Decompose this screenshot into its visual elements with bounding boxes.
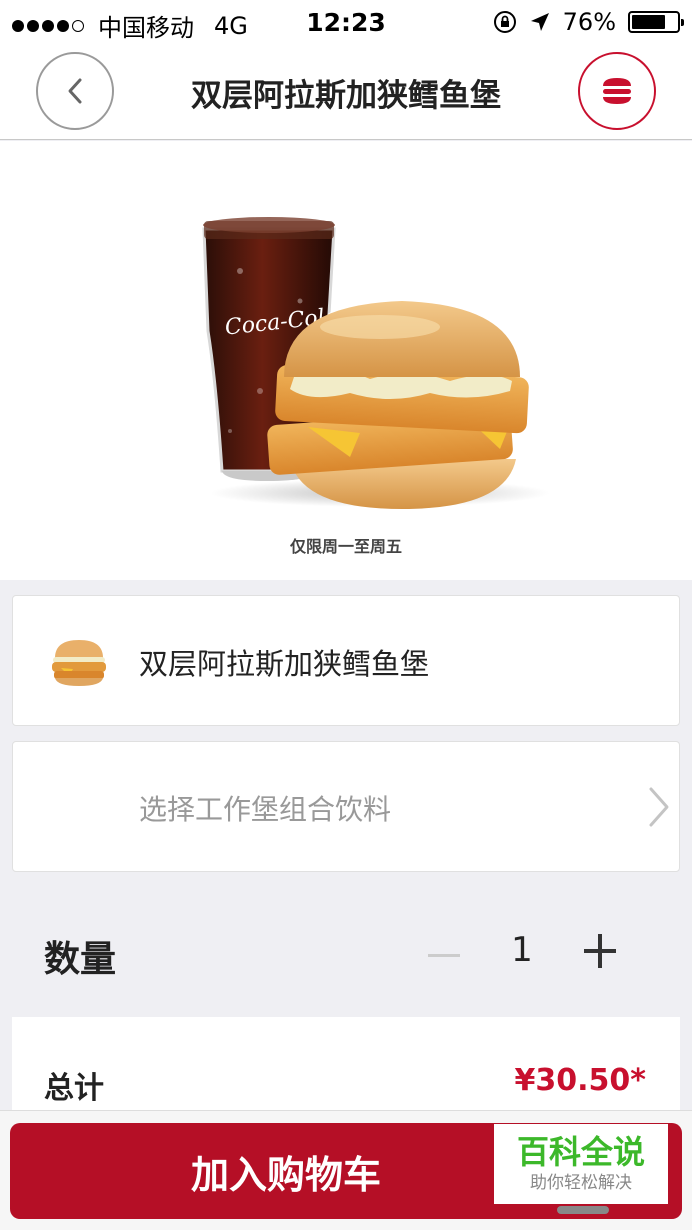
total-price: ¥30.50* — [514, 1063, 646, 1098]
chevron-left-icon — [68, 78, 82, 104]
status-right: 76% — [493, 8, 684, 36]
quantity-value: 1 — [511, 930, 533, 970]
decrease-quantity-button[interactable] — [428, 938, 462, 972]
home-indicator — [557, 1206, 609, 1214]
status-bar: 中国移动 4G 12:23 76% — [0, 0, 692, 44]
minus-icon — [428, 953, 460, 957]
product-hero: Coca-Cola 仅限周一至周五 — [0, 141, 692, 580]
watermark: 百科全说 助你轻松解决 — [494, 1124, 668, 1204]
product-image: Coca-Cola — [202, 217, 550, 509]
watermark-title: 百科全说 — [516, 1133, 645, 1171]
total-label: 总计 — [44, 1071, 104, 1106]
battery-fill — [632, 15, 666, 29]
page-title: 双层阿拉斯加狭鳕鱼堡 — [191, 77, 501, 114]
battery-icon — [628, 11, 684, 33]
drink-selector-label: 选择工作堡组合饮料 — [139, 792, 392, 826]
orientation-lock-icon — [493, 11, 516, 33]
hero-caption: 仅限周一至周五 — [289, 537, 402, 556]
nav-bar: 双层阿拉斯加狭鳕鱼堡 — [0, 44, 692, 140]
increase-quantity-button[interactable] — [584, 934, 618, 968]
quantity-label: 数量 — [44, 939, 117, 980]
chevron-right-icon — [649, 787, 669, 827]
drink-selector[interactable]: 选择工作堡组合饮料 — [12, 741, 680, 872]
burger-thumbnail-icon — [52, 640, 106, 686]
quantity-row: 数量 1 — [0, 890, 692, 1015]
burger-menu-icon — [603, 78, 631, 104]
back-button[interactable] — [36, 52, 114, 130]
item-name: 双层阿拉斯加狭鳕鱼堡 — [139, 646, 430, 681]
location-arrow-icon — [530, 13, 549, 31]
item-card[interactable]: 双层阿拉斯加狭鳕鱼堡 — [12, 595, 680, 726]
add-to-cart-label: 加入购物车 — [190, 1152, 381, 1197]
menu-button[interactable] — [578, 52, 656, 130]
battery-percent: 76% — [562, 8, 616, 36]
watermark-subtitle: 助你轻松解决 — [530, 1173, 632, 1193]
